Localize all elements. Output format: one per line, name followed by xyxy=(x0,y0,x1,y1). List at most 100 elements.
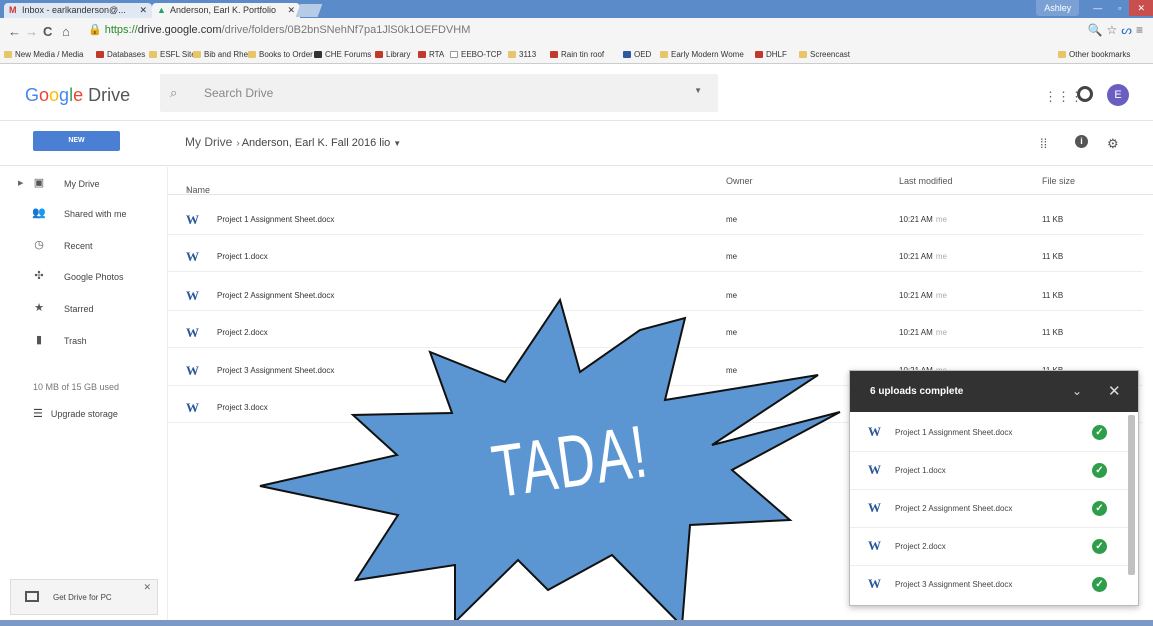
chevron-down-icon[interactable]: ⌄ xyxy=(1072,384,1082,398)
upload-item[interactable]: W Project 1 Assignment Sheet.docx ✓ xyxy=(850,414,1128,452)
new-tab-button[interactable] xyxy=(295,4,323,17)
upload-item[interactable]: W Project 2 Assignment Sheet.docx ✓ xyxy=(850,490,1128,528)
close-tab-icon[interactable]: ✕ xyxy=(287,3,295,18)
breadcrumb-current[interactable]: Anderson, Earl K. Fall 2016 lio xyxy=(242,137,391,149)
page-icon xyxy=(450,51,458,58)
drive-icon: ▲ xyxy=(157,5,166,15)
clock-icon: ◷ xyxy=(34,239,44,251)
folder-icon xyxy=(660,51,668,58)
bookmark-item[interactable]: EEBO-TCP xyxy=(450,50,502,59)
people-icon: 👥 xyxy=(32,207,46,219)
get-drive-banner[interactable]: Get Drive for PC ✕ xyxy=(10,579,158,615)
folder-icon xyxy=(1058,51,1066,58)
menu-icon[interactable]: ≡ xyxy=(1136,23,1147,37)
breadcrumb-root[interactable]: My Drive xyxy=(185,135,232,149)
bookmark-item[interactable]: Rain tin roof xyxy=(550,50,604,59)
bookmark-item[interactable]: RTA xyxy=(418,50,444,59)
forward-icon[interactable]: → xyxy=(25,24,38,39)
table-row[interactable]: W Project 1.docx me 10:21 AM me 11 KB xyxy=(168,241,1143,272)
bookmark-item[interactable]: CHE Forums xyxy=(314,50,371,59)
sidebar-item-starred[interactable]: ★ Starred xyxy=(0,300,168,320)
grid-view-icon[interactable]: ⁞⁞ xyxy=(1040,136,1047,151)
screencast-icon xyxy=(799,51,807,58)
minimize-icon[interactable]: — xyxy=(1085,0,1110,16)
upload-item[interactable]: W Project 2.docx ✓ xyxy=(850,528,1128,566)
sidebar-item-shared[interactable]: 👥 Shared with me xyxy=(0,205,168,225)
upload-item[interactable]: W Project 3 Assignment Sheet.docx ✓ xyxy=(850,566,1128,604)
word-doc-icon: W xyxy=(186,363,199,378)
browser-tab-drive[interactable]: ▲ Anderson, Earl K. Portfolio ✕ xyxy=(152,3,300,18)
sidebar-item-my-drive[interactable]: ▶ ▣ My Drive xyxy=(0,175,168,195)
tab-label: Anderson, Earl K. Portfolio xyxy=(170,5,277,15)
notifications-icon[interactable] xyxy=(1077,86,1093,102)
trash-icon: ▮ xyxy=(35,334,43,346)
bookmark-item[interactable]: New Media / Media xyxy=(4,50,83,59)
window-close-icon[interactable]: ✕ xyxy=(1129,0,1153,16)
url-scheme: https:// xyxy=(104,24,138,36)
check-circle-icon: ✓ xyxy=(1092,463,1107,478)
expand-arrow-icon[interactable]: ▶ xyxy=(18,179,23,187)
search-icon[interactable]: ⌕ xyxy=(170,85,177,101)
column-file-size[interactable]: File size xyxy=(1042,176,1075,186)
other-bookmarks[interactable]: Other bookmarks xyxy=(1058,50,1130,59)
sidebar-item-photos[interactable]: ✣ Google Photos xyxy=(0,268,168,288)
folder-icon xyxy=(4,51,12,58)
breadcrumb: My Drive › Anderson, Earl K. Fall 2016 lio… xyxy=(185,135,401,149)
column-owner[interactable]: Owner xyxy=(726,176,753,186)
upload-item[interactable]: W Project 1.docx ✓ xyxy=(850,452,1128,490)
bookmark-item[interactable]: Screencast xyxy=(799,50,850,59)
dhlf-icon xyxy=(755,51,763,58)
new-button[interactable]: NEW xyxy=(33,131,120,151)
sidebar-item-trash[interactable]: ▮ Trash xyxy=(0,332,168,352)
monitor-icon xyxy=(25,591,39,602)
search-box: ⌕ ▼ xyxy=(160,74,718,112)
check-circle-icon: ✓ xyxy=(1092,501,1107,516)
search-input[interactable] xyxy=(204,84,624,102)
table-row[interactable]: W Project 1 Assignment Sheet.docx me 10:… xyxy=(168,204,1143,235)
check-circle-icon: ✓ xyxy=(1092,577,1107,592)
bookmark-item[interactable]: Bib and Rhet xyxy=(193,50,250,59)
url-field[interactable]: 🔒 https://drive.google.com/drive/folders/… xyxy=(88,21,1088,39)
home-icon[interactable]: ⌂ xyxy=(62,24,70,39)
drive-folder-icon: ▣ xyxy=(33,177,45,189)
browser-tab-gmail[interactable]: M Inbox - earlkanderson@... ✕ xyxy=(4,3,152,18)
upgrade-storage-link[interactable]: ☰ Upgrade storage xyxy=(33,407,118,420)
maximize-icon[interactable]: ▫ xyxy=(1110,0,1129,16)
bookmark-item[interactable]: Databases xyxy=(96,50,145,59)
logo-drive-text: Drive xyxy=(88,85,131,105)
word-doc-icon: W xyxy=(868,500,881,515)
word-doc-icon: W xyxy=(186,288,199,303)
zoom-icon[interactable]: 🔍 xyxy=(1088,23,1107,37)
sidebar-item-recent[interactable]: ◷ Recent xyxy=(0,237,168,257)
window-user-badge[interactable]: Ashley xyxy=(1036,0,1080,16)
close-icon[interactable]: ✕ xyxy=(143,582,151,593)
column-last-modified[interactable]: Last modified xyxy=(899,176,953,186)
star-icon: ★ xyxy=(34,302,44,314)
check-circle-icon: ✓ xyxy=(1092,539,1107,554)
reload-icon[interactable]: C xyxy=(43,24,52,39)
sidebar: ▶ ▣ My Drive 👥 Shared with me ◷ Recent ✣… xyxy=(0,167,168,626)
google-drive-logo[interactable]: Google Drive xyxy=(25,85,130,106)
bookmark-item[interactable]: 3113 xyxy=(508,50,536,59)
avatar[interactable]: E xyxy=(1107,84,1129,106)
bookmark-item[interactable]: Early Modern Wome xyxy=(660,50,744,59)
word-doc-icon: W xyxy=(868,462,881,477)
storage-icon: ☰ xyxy=(33,408,43,420)
back-icon[interactable]: ← xyxy=(8,24,21,39)
bookmark-star-icon[interactable]: ☆ xyxy=(1107,23,1122,37)
bookmark-item[interactable]: OED xyxy=(623,50,651,59)
upload-panel-scrollbar[interactable] xyxy=(1128,415,1135,575)
upload-status-title: 6 uploads complete xyxy=(870,386,964,397)
bookmark-item[interactable]: DHLF xyxy=(755,50,787,59)
info-icon[interactable]: i xyxy=(1075,135,1088,148)
bookmark-item[interactable]: Library xyxy=(375,50,410,59)
close-icon[interactable]: ✕ xyxy=(1108,382,1121,400)
extension-icon[interactable]: ᔕ xyxy=(1121,23,1136,37)
table-row[interactable]: W Project 2 Assignment Sheet.docx me 10:… xyxy=(168,280,1143,311)
close-tab-icon[interactable]: ✕ xyxy=(139,3,147,18)
table-row[interactable]: W Project 2.docx me 10:21 AM me 11 KB xyxy=(168,317,1143,348)
gear-icon[interactable]: ⚙ xyxy=(1107,136,1119,152)
chevron-down-icon[interactable]: ▼ xyxy=(393,139,401,148)
bookmark-item[interactable]: Books to Order xyxy=(248,50,313,59)
search-options-icon[interactable]: ▼ xyxy=(694,86,702,95)
